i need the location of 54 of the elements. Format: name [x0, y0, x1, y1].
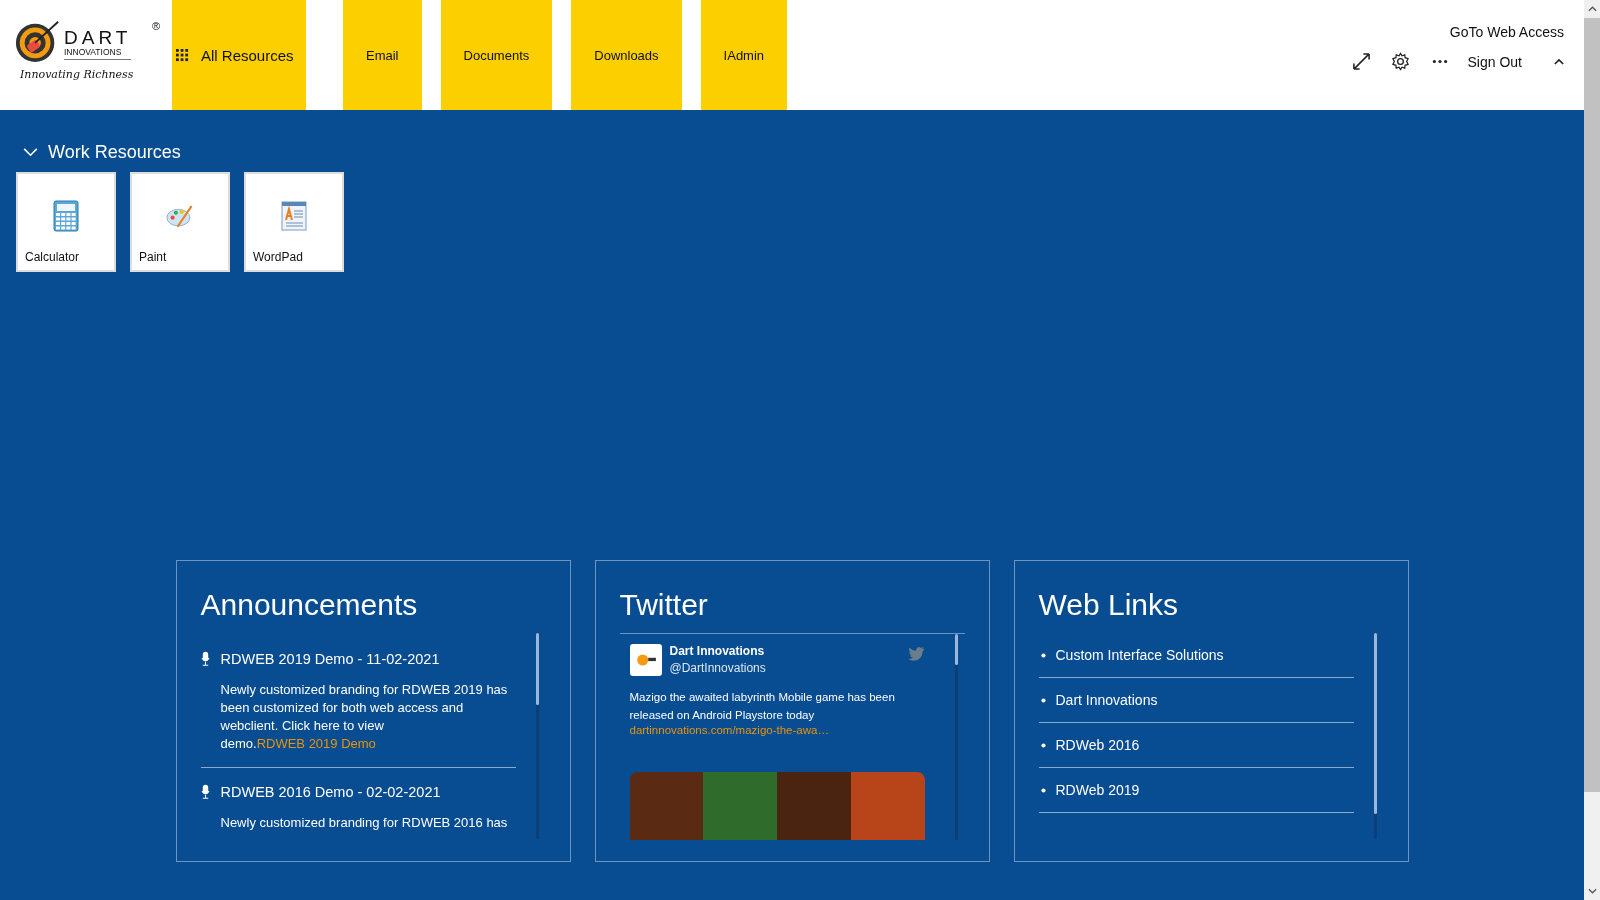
section-title: Work Resources	[48, 142, 181, 163]
scrollbar[interactable]	[535, 633, 539, 839]
scroll-down-icon[interactable]	[1587, 888, 1597, 894]
panel-title: Twitter	[619, 587, 709, 623]
nav-tab[interactable]: IAdmin	[700, 0, 788, 110]
web-link[interactable]: Dart Innovations	[1055, 692, 1158, 708]
nav-tab[interactable]: Documents	[440, 0, 553, 110]
section-toggle[interactable]: Work Resources	[23, 142, 1568, 163]
more-icon[interactable]	[1431, 59, 1448, 64]
microphone-icon	[200, 784, 210, 800]
app-tile[interactable]: Calculator	[16, 172, 116, 272]
avatar-logo-icon	[629, 644, 662, 676]
bullet-icon	[1040, 787, 1046, 793]
fullscreen-icon[interactable]	[1351, 52, 1371, 71]
nav-tab[interactable]: Email	[343, 0, 422, 110]
scrollbar[interactable]	[1373, 633, 1377, 839]
announcement-text: Newly customized branding for RDWEB 2016 has	[220, 814, 509, 832]
registered-mark: ®	[151, 20, 160, 32]
app-label: WordPad	[253, 250, 303, 264]
logo-subtitle: INNOVATIONS	[64, 47, 132, 60]
bullet-icon	[1040, 652, 1046, 658]
microphone-icon	[200, 651, 210, 667]
demo-link[interactable]: RDWEB 2019 Demo	[256, 736, 376, 751]
app-tile[interactable]: Paint	[130, 172, 230, 272]
tweet-author[interactable]: Dart Innovations	[669, 644, 766, 658]
bullet-icon	[1040, 697, 1046, 703]
nav-tab[interactable]: All Resources	[172, 0, 306, 110]
grid-icon	[176, 48, 189, 62]
announcement-title: RDWEB 2016 Demo - 02-02-2021	[220, 784, 441, 800]
app-label: Calculator	[25, 250, 80, 264]
tweet-text: Mazigo the awaited labyrinth Mobile game has been released on Android Playstore today	[629, 690, 896, 723]
page-scrollbar[interactable]	[1584, 0, 1600, 900]
logo-name: DART	[64, 28, 132, 47]
nav-tab[interactable]: Downloads	[571, 0, 682, 110]
announcement-title: RDWEB 2019 Demo - 11-02-2021	[220, 651, 440, 667]
settings-icon[interactable]	[1390, 52, 1410, 71]
app-tile[interactable]: WordPad	[244, 172, 344, 272]
panel-title: Web Links	[1038, 587, 1179, 623]
scroll-up-icon[interactable]	[1587, 6, 1597, 12]
app-label: Paint	[139, 250, 167, 264]
web-access-link[interactable]: GoTo Web Access	[1449, 24, 1564, 40]
bullet-icon	[1040, 742, 1046, 748]
web-link[interactable]: RDWeb 2016	[1055, 737, 1140, 753]
tweet-handle[interactable]: @DartInnovations	[669, 661, 766, 675]
caret-icon[interactable]	[1554, 58, 1564, 65]
calculator-icon	[52, 200, 80, 232]
document-icon	[280, 200, 308, 232]
tweet-link[interactable]: dartinnovations.com/mazigo-the-awa…	[629, 724, 925, 736]
web-link[interactable]: RDWeb 2019	[1055, 782, 1140, 798]
announcement-text: Newly customized branding for RDWEB 2019 has been customized for both web access and webclient. Click here to view demo.RDWEB 2019 Demo	[220, 681, 509, 753]
sign-out-link[interactable]: Sign Out	[1467, 53, 1522, 70]
web-link[interactable]: Custom Interface Solutions	[1055, 647, 1224, 663]
panel-title: Announcements	[200, 587, 419, 623]
logo-tagline: Innovating Richness	[19, 68, 135, 81]
